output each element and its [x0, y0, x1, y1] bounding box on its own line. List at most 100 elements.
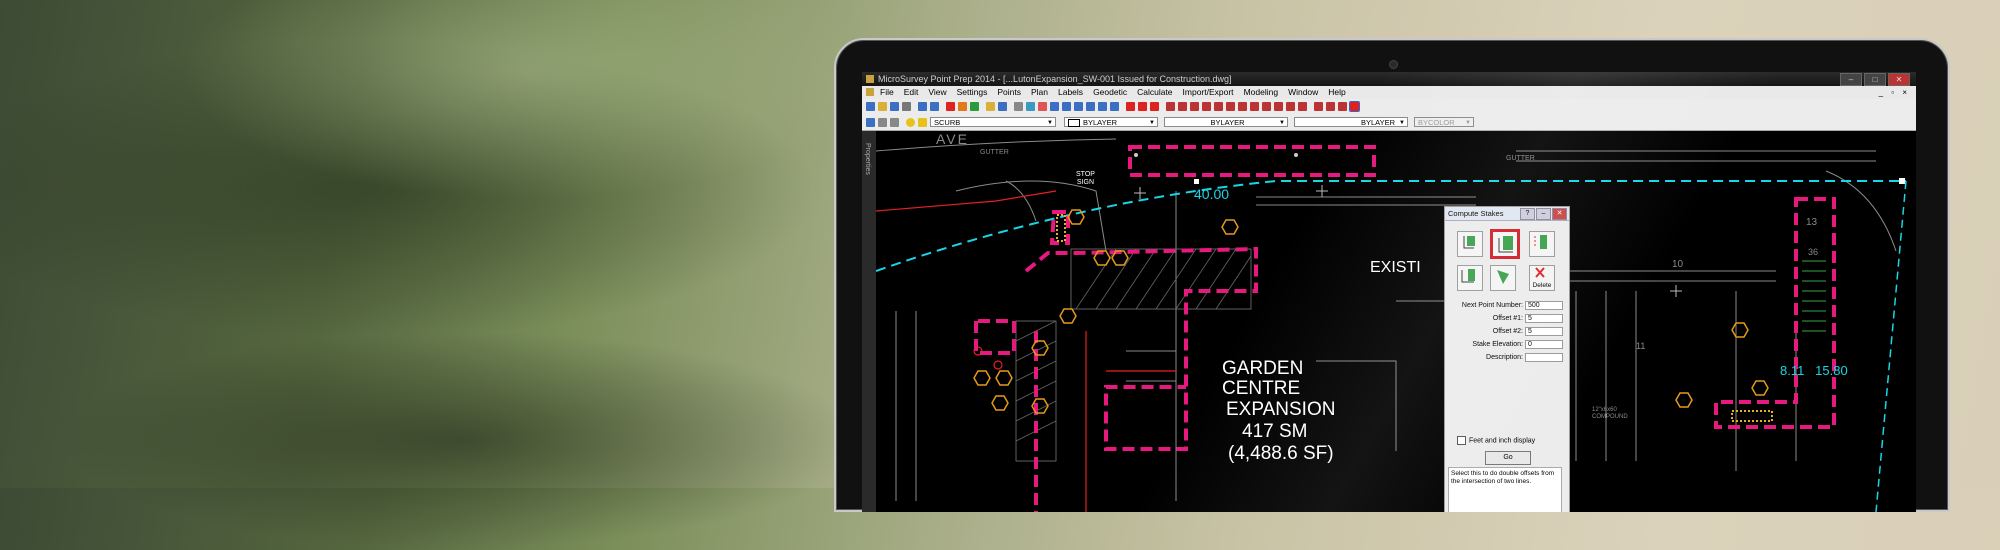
double-offset-button[interactable] [1490, 229, 1520, 259]
properties-icon[interactable] [1014, 102, 1023, 111]
menu-edit[interactable]: Edit [904, 86, 919, 99]
menu-settings[interactable]: Settings [957, 86, 988, 99]
main-toolbar [862, 99, 1916, 116]
menu-file[interactable]: File [880, 86, 894, 99]
go-button[interactable]: Go [1485, 451, 1531, 465]
sun-icon[interactable] [918, 118, 927, 127]
offset1-input[interactable]: 5 [1525, 314, 1563, 323]
next-point-label: Next Point Number: [1461, 302, 1523, 309]
description-input[interactable] [1525, 353, 1563, 362]
cyan-road-line [875, 180, 1906, 272]
layer-icon[interactable] [1026, 102, 1035, 111]
properties-side-tab[interactable]: Properties [862, 131, 876, 512]
delete-button[interactable]: Delete [1529, 265, 1555, 291]
layer-select[interactable]: SCURB ▼ [930, 117, 1056, 127]
menu-geodetic[interactable]: Geodetic [1093, 86, 1127, 99]
zoom-extents-icon[interactable] [1086, 102, 1095, 111]
lightbulb-icon[interactable] [906, 118, 915, 127]
stake-point-button[interactable] [1457, 231, 1483, 257]
menu-labels[interactable]: Labels [1058, 86, 1083, 99]
trim-icon[interactable] [1314, 102, 1323, 111]
maximize-button[interactable]: □ [1864, 73, 1886, 86]
dialog-minimize-button[interactable]: – [1536, 208, 1551, 220]
measure-icon[interactable] [1190, 102, 1199, 111]
arc-icon[interactable] [1138, 102, 1147, 111]
stake-offset-icon [1461, 269, 1475, 283]
color-select[interactable]: BYLAYER ▼ [1064, 117, 1158, 128]
line-icon[interactable] [970, 102, 979, 111]
zoom-out-icon[interactable] [1062, 102, 1071, 111]
match-icon[interactable] [1038, 102, 1047, 111]
delete-icon[interactable] [946, 102, 955, 111]
menu-view[interactable]: View [928, 86, 946, 99]
drawing-canvas[interactable]: AVE GUTTER GUTTER STOP SIGN 40.00 EXISTI… [875, 131, 1916, 512]
text-icon[interactable] [1250, 102, 1259, 111]
compute-stakes-icon[interactable] [1349, 101, 1360, 112]
feet-inch-checkbox[interactable]: Feet and inch display [1457, 436, 1535, 445]
grid-icon[interactable] [1274, 102, 1283, 111]
intersect-icon[interactable] [1286, 102, 1295, 111]
offset-icon[interactable] [1238, 102, 1247, 111]
layer-previous-icon[interactable] [878, 118, 887, 127]
save-icon[interactable] [890, 102, 899, 111]
dialog-close-button[interactable]: ✕ [1552, 208, 1567, 220]
next-point-input[interactable]: 500 [1525, 301, 1563, 310]
table-icon[interactable] [1262, 102, 1271, 111]
lineweight-select[interactable]: BYLAYER ▼ [1294, 117, 1408, 127]
menu-window[interactable]: Window [1288, 86, 1318, 99]
snap-icon[interactable] [1126, 102, 1135, 111]
open-folder-icon[interactable] [878, 102, 887, 111]
mdi-controls[interactable]: _ ▫ × [1879, 86, 1910, 99]
zoom-in-icon[interactable] [1050, 102, 1059, 111]
layer-manager-icon[interactable] [866, 118, 875, 127]
undo-icon[interactable] [918, 102, 927, 111]
close-button[interactable]: ✕ [1888, 73, 1910, 86]
help-icon[interactable] [998, 102, 1007, 111]
zoom-window-icon[interactable] [1074, 102, 1083, 111]
stake-elevation-row: Stake Elevation: 0 [1449, 340, 1565, 350]
linetype-select[interactable]: BYLAYER ▼ [1164, 117, 1288, 127]
description-label: Description: [1486, 354, 1523, 361]
menu-plan[interactable]: Plan [1031, 86, 1048, 99]
cogo-icon[interactable] [1214, 102, 1223, 111]
plotstyle-select[interactable]: BYCOLOR ▼ [1414, 117, 1474, 127]
regen-icon[interactable] [1110, 102, 1119, 111]
dialog-help-button[interactable]: ? [1520, 208, 1535, 220]
curve-icon[interactable] [1178, 102, 1187, 111]
layer-state-icon[interactable] [890, 118, 899, 127]
menu-calculate[interactable]: Calculate [1137, 86, 1172, 99]
stakeout-icon[interactable] [1338, 102, 1347, 111]
minimize-button[interactable]: – [1840, 73, 1862, 86]
print-icon[interactable] [902, 102, 911, 111]
menu-points[interactable]: Points [997, 86, 1021, 99]
pan-icon[interactable] [986, 102, 995, 111]
stake-point-icon [1463, 236, 1475, 249]
menu-help[interactable]: Help [1328, 86, 1345, 99]
target-icon[interactable] [1202, 102, 1211, 111]
circle-icon[interactable] [1166, 102, 1175, 111]
stake-curve-button[interactable] [1490, 265, 1516, 291]
offset2-input[interactable]: 5 [1525, 327, 1563, 336]
inverse-icon[interactable] [1298, 102, 1307, 111]
app-icon [866, 75, 874, 83]
menu-modeling[interactable]: Modeling [1244, 86, 1279, 99]
traverse-icon[interactable] [1226, 102, 1235, 111]
extend-icon[interactable] [1326, 102, 1335, 111]
side-tab-label: Properties [864, 143, 871, 175]
stake-offset-button[interactable] [1457, 265, 1483, 291]
redo-icon[interactable] [930, 102, 939, 111]
compound-label: 12"x6x60 COMPOUND [1592, 407, 1628, 420]
description-row: Description: [1449, 353, 1565, 363]
zoom-previous-icon[interactable] [1098, 102, 1107, 111]
menu-import-export[interactable]: Import/Export [1183, 86, 1234, 99]
stop-sign-label: STOP SIGN [1076, 171, 1095, 186]
stake-elevation-input[interactable]: 0 [1525, 340, 1563, 349]
polyline-icon[interactable] [1150, 102, 1159, 111]
stake-line-button[interactable] [1529, 231, 1555, 257]
stake-curve-icon [1497, 270, 1509, 284]
pencil-icon[interactable] [958, 102, 967, 111]
checkbox-box[interactable] [1457, 436, 1466, 445]
next-point-row: Next Point Number: 500 [1449, 301, 1565, 311]
parking-stalls [1802, 260, 1826, 332]
new-file-icon[interactable] [866, 102, 875, 111]
